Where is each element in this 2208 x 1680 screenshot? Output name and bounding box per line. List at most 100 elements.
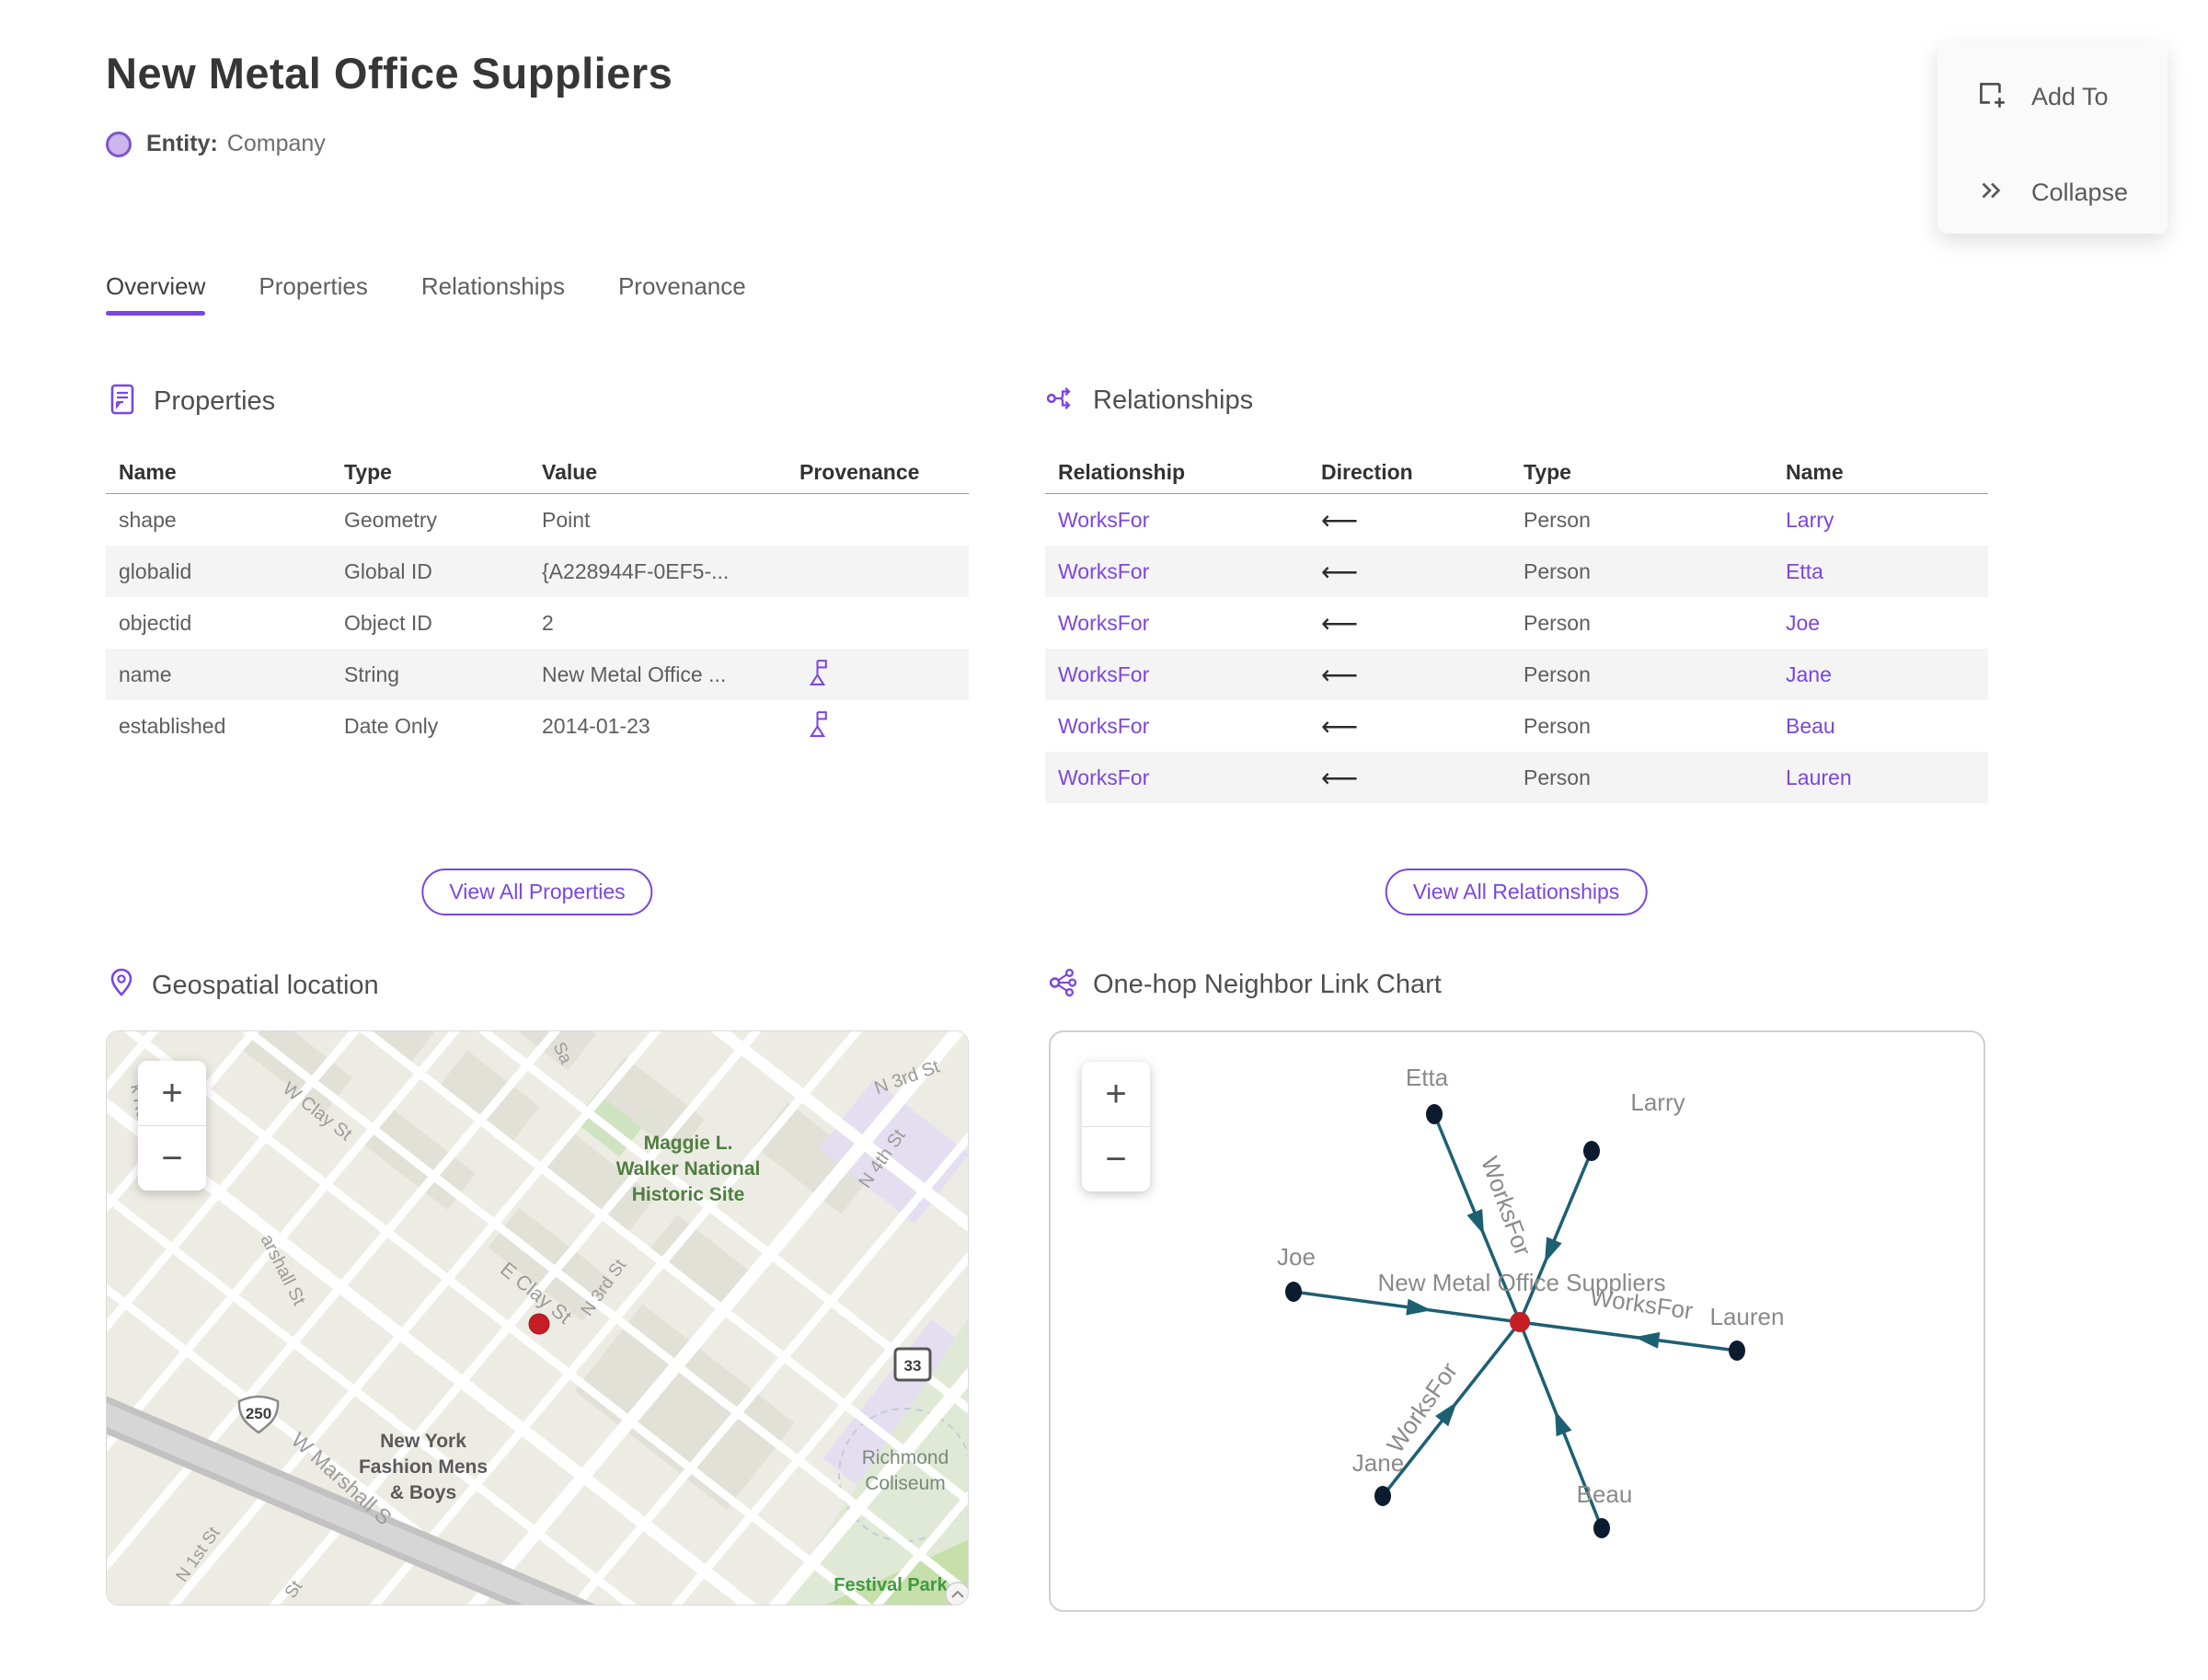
map-canvas[interactable]: k RdW Clay StSaN 3rd StN 4th Starshall S… bbox=[106, 1030, 969, 1605]
properties-table-header: Name Type Value Provenance bbox=[106, 451, 969, 494]
related-entity-type: Person bbox=[1524, 610, 1591, 635]
relationships-icon bbox=[1045, 382, 1078, 420]
relationship-link[interactable]: WorksFor bbox=[1045, 714, 1308, 739]
add-to-label: Add To bbox=[2031, 83, 2109, 110]
svg-text:Walker National: Walker National bbox=[616, 1158, 761, 1179]
relationship-link[interactable]: WorksFor bbox=[1045, 611, 1308, 636]
tab-provenance[interactable]: Provenance bbox=[618, 272, 746, 316]
svg-text:Beau: Beau bbox=[1577, 1480, 1633, 1508]
table-row: name String New Metal Office ... bbox=[106, 649, 969, 700]
map-attribution-toggle bbox=[945, 1582, 968, 1605]
column-header: Type bbox=[1524, 459, 1571, 484]
property-name: name bbox=[119, 662, 172, 686]
property-type: Global ID bbox=[344, 558, 432, 583]
svg-text:& Boys: & Boys bbox=[390, 1482, 456, 1503]
svg-text:Etta: Etta bbox=[1406, 1064, 1449, 1091]
svg-text:Larry: Larry bbox=[1630, 1088, 1685, 1116]
tab-properties[interactable]: Properties bbox=[259, 272, 368, 316]
svg-text:Jane: Jane bbox=[1352, 1449, 1404, 1477]
person-node[interactable] bbox=[1583, 1141, 1600, 1161]
person-node[interactable] bbox=[1374, 1486, 1391, 1506]
column-header: Type bbox=[344, 459, 392, 484]
svg-text:Lauren: Lauren bbox=[1710, 1303, 1785, 1330]
person-node[interactable] bbox=[1593, 1518, 1610, 1538]
map-location-marker bbox=[528, 1313, 550, 1335]
column-header: Name bbox=[1786, 459, 1844, 484]
center-entity-node[interactable] bbox=[1510, 1312, 1530, 1332]
relationship-link[interactable]: WorksFor bbox=[1045, 662, 1308, 687]
relationship-link[interactable]: WorksFor bbox=[1045, 765, 1308, 790]
geospatial-section-header: Geospatial location bbox=[106, 966, 379, 1006]
svg-text:Coliseum: Coliseum bbox=[865, 1473, 946, 1494]
svg-text:33: 33 bbox=[904, 1357, 922, 1375]
map-zoom-out-button[interactable]: − bbox=[138, 1126, 206, 1191]
related-entity-link[interactable]: Jane bbox=[1773, 662, 1988, 687]
table-row: WorksFor ⟵ Person Lauren bbox=[1045, 752, 1988, 803]
svg-text:Historic Site: Historic Site bbox=[632, 1184, 745, 1205]
person-node[interactable] bbox=[1426, 1104, 1443, 1124]
collapse-button[interactable]: Collapse bbox=[1974, 173, 2128, 213]
related-entity-type: Person bbox=[1524, 765, 1591, 789]
table-row: WorksFor ⟵ Person Beau bbox=[1045, 700, 1988, 752]
edge-arrowhead bbox=[1634, 1331, 1661, 1349]
entity-type-value: Company bbox=[226, 131, 326, 156]
direction-arrow: ⟵ bbox=[1321, 608, 1359, 638]
related-entity-link[interactable]: Joe bbox=[1773, 611, 1988, 636]
property-value: {A228944F-0EF5-... bbox=[542, 558, 730, 583]
direction-arrow: ⟵ bbox=[1321, 711, 1359, 741]
entity-type-icon bbox=[106, 131, 132, 157]
relationships-section-title: Relationships bbox=[1093, 385, 1254, 415]
related-entity-link[interactable]: Beau bbox=[1773, 714, 1988, 739]
view-all-relationships-button[interactable]: View All Relationships bbox=[1385, 869, 1648, 915]
related-entity-link[interactable]: Etta bbox=[1773, 559, 1988, 584]
svg-text:New York: New York bbox=[380, 1431, 466, 1452]
related-entity-type: Person bbox=[1524, 662, 1591, 686]
related-entity-link[interactable]: Lauren bbox=[1773, 765, 1988, 790]
relationships-table: Relationship Direction Type Name WorksFor ⟵ P… bbox=[1045, 451, 1988, 803]
svg-text:Richmond: Richmond bbox=[862, 1447, 949, 1468]
map-zoom-in-button[interactable]: + bbox=[138, 1061, 206, 1125]
tab-overview[interactable]: Overview bbox=[106, 272, 206, 316]
add-to-icon bbox=[1974, 77, 2009, 117]
table-row: WorksFor ⟵ Person Larry bbox=[1045, 494, 1988, 546]
direction-arrow: ⟵ bbox=[1321, 505, 1359, 535]
link-chart-section-title: One-hop Neighbor Link Chart bbox=[1093, 970, 1442, 999]
relationships-section-header: Relationships bbox=[1045, 382, 1253, 420]
link-chart-zoom-in-button[interactable]: + bbox=[1082, 1062, 1150, 1126]
column-header: Name bbox=[119, 459, 177, 484]
table-row: shape Geometry Point bbox=[106, 494, 969, 546]
link-chart-zoom-out-button[interactable]: − bbox=[1082, 1127, 1150, 1191]
link-chart-canvas[interactable]: WorksFor WorksFor WorksFor Etta Larry Joe Laur… bbox=[1049, 1030, 1985, 1612]
tab-bar: Overview Properties Relationships Provenanc… bbox=[106, 272, 746, 316]
map-zoom-control: + − bbox=[138, 1061, 206, 1191]
svg-text:New Metal Office Suppliers: New Metal Office Suppliers bbox=[1377, 1269, 1665, 1296]
column-header: Direction bbox=[1321, 459, 1413, 484]
map-pin-icon bbox=[106, 966, 137, 1006]
column-header: Provenance bbox=[799, 459, 920, 484]
person-node[interactable] bbox=[1729, 1341, 1745, 1361]
property-name: objectid bbox=[119, 610, 192, 635]
tab-relationships[interactable]: Relationships bbox=[421, 272, 565, 316]
svg-text:Fashion Mens: Fashion Mens bbox=[359, 1456, 488, 1478]
geospatial-section-title: Geospatial location bbox=[152, 971, 379, 1000]
edge-arrowhead bbox=[1555, 1410, 1572, 1437]
relationship-link[interactable]: WorksFor bbox=[1045, 559, 1308, 584]
property-type: String bbox=[344, 662, 400, 686]
related-entity-link[interactable]: Larry bbox=[1773, 508, 1988, 533]
view-all-properties-button[interactable]: View All Properties bbox=[421, 869, 653, 915]
property-type: Object ID bbox=[344, 610, 432, 635]
property-type: Date Only bbox=[344, 713, 439, 738]
relationships-table-header: Relationship Direction Type Name bbox=[1045, 451, 1988, 494]
property-value: 2014-01-23 bbox=[542, 713, 650, 738]
provenance-flag-icon[interactable] bbox=[787, 657, 969, 693]
related-entity-type: Person bbox=[1524, 507, 1591, 532]
add-to-button[interactable]: Add To bbox=[1974, 77, 2109, 117]
relationship-link[interactable]: WorksFor bbox=[1045, 508, 1308, 533]
provenance-flag-icon[interactable] bbox=[787, 708, 969, 744]
properties-icon bbox=[106, 382, 139, 421]
direction-arrow: ⟵ bbox=[1321, 660, 1359, 689]
link-chart-icon bbox=[1045, 966, 1078, 1004]
person-node[interactable] bbox=[1285, 1282, 1302, 1302]
column-header: Relationship bbox=[1058, 459, 1186, 484]
table-row: WorksFor ⟵ Person Joe bbox=[1045, 597, 1988, 649]
